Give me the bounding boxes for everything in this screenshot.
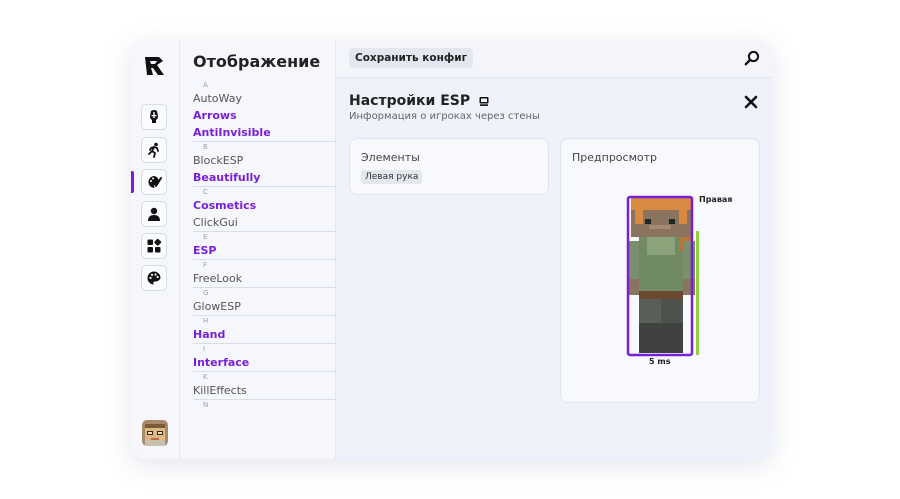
module-list-title: Отображение bbox=[193, 52, 321, 71]
health-bar bbox=[696, 231, 699, 355]
right-hand-label: Правая bbox=[699, 195, 733, 204]
close-icon[interactable] bbox=[744, 95, 758, 109]
module-list-panel: Отображение A AutoWay Arrows AntiInvisible B… bbox=[180, 40, 336, 459]
ping-label: 5 ms bbox=[649, 357, 671, 366]
knight-icon bbox=[150, 110, 158, 123]
letter-divider: A bbox=[203, 81, 208, 89]
letter-divider: E bbox=[193, 231, 335, 242]
module-item[interactable]: GlowESP bbox=[180, 298, 335, 315]
elements-title: Элементы bbox=[361, 151, 420, 164]
monitor-icon bbox=[479, 97, 489, 106]
module-item[interactable]: Hand bbox=[180, 326, 335, 343]
palette-icon bbox=[147, 271, 161, 285]
module-list: A AutoWay Arrows AntiInvisible B BlockESP Beau… bbox=[180, 80, 335, 410]
letter-divider: I bbox=[193, 343, 335, 354]
module-item[interactable]: Arrows bbox=[180, 107, 335, 124]
preview-card: Предпросмотр Правая 5 ms bbox=[560, 138, 760, 403]
settings-title-text: Настройки ESP bbox=[349, 93, 471, 109]
left-hand-chip[interactable]: Левая рука bbox=[361, 170, 423, 184]
avatar[interactable] bbox=[142, 420, 168, 446]
active-category-indicator bbox=[131, 171, 134, 193]
module-item[interactable]: AutoWay bbox=[180, 90, 335, 107]
category-themes-button[interactable] bbox=[141, 265, 167, 291]
module-item[interactable]: Beautifully bbox=[180, 169, 335, 186]
search-icon[interactable] bbox=[744, 50, 760, 66]
app-window: Отображение A AutoWay Arrows AntiInvisible B… bbox=[131, 40, 772, 459]
palette-brush-icon bbox=[148, 176, 162, 189]
logo-icon bbox=[145, 57, 164, 75]
category-movement-button[interactable] bbox=[141, 137, 167, 163]
letter-divider: C bbox=[193, 186, 335, 197]
category-render-button[interactable] bbox=[141, 169, 167, 195]
settings-panel: Настройки ESP Информация о игроках через… bbox=[336, 78, 772, 459]
letter-divider: G bbox=[193, 287, 335, 298]
person-icon bbox=[148, 207, 160, 221]
category-misc-button[interactable] bbox=[141, 233, 167, 259]
module-item[interactable]: Cosmetics bbox=[180, 197, 335, 214]
module-item[interactable]: AntiInvisible bbox=[180, 124, 335, 141]
avatar-image bbox=[142, 420, 168, 446]
icon-rail bbox=[131, 40, 180, 459]
category-combat-button[interactable] bbox=[141, 104, 167, 130]
running-man-icon bbox=[148, 142, 159, 158]
elements-card: Элементы Левая рука bbox=[349, 138, 549, 195]
module-item[interactable]: ClickGui bbox=[180, 214, 335, 231]
letter-divider: N bbox=[193, 399, 335, 410]
settings-title: Настройки ESP bbox=[349, 93, 490, 109]
settings-subtitle: Информация о игроках через стены bbox=[349, 111, 540, 122]
letter-divider: F bbox=[193, 259, 335, 270]
module-item[interactable]: Interface bbox=[180, 354, 335, 371]
top-bar: Сохранить конфиг bbox=[336, 40, 772, 78]
grid-icon bbox=[147, 238, 162, 253]
letter-divider: K bbox=[193, 371, 335, 382]
module-item[interactable]: KillEffects bbox=[180, 382, 335, 399]
letter-divider: H bbox=[193, 315, 335, 326]
letter-divider: B bbox=[193, 141, 335, 152]
module-item[interactable]: BlockESP bbox=[180, 152, 335, 169]
save-config-button[interactable]: Сохранить конфиг bbox=[349, 48, 474, 68]
module-item[interactable]: FreeLook bbox=[180, 270, 335, 287]
category-player-button[interactable] bbox=[141, 201, 167, 227]
module-item[interactable]: ESP bbox=[180, 242, 335, 259]
